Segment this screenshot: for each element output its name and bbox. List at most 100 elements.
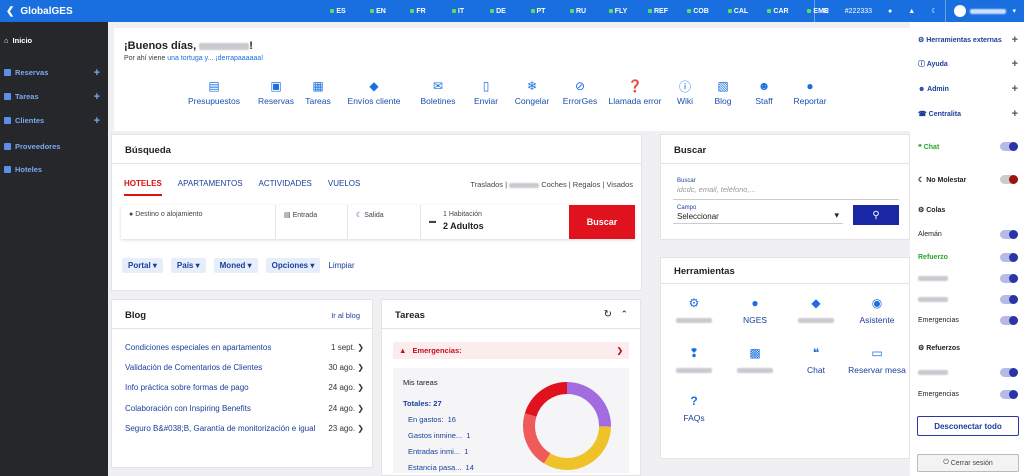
campo-select[interactable]: Campo Seleccionar ▾	[673, 204, 843, 224]
tool-faqs[interactable]: ? FAQs	[663, 394, 725, 423]
refuerzo-queue-toggle[interactable]	[1000, 368, 1018, 377]
refuerzo-toggle[interactable]	[1000, 253, 1018, 262]
ticket-number[interactable]: #222333	[837, 0, 880, 22]
entrada-field[interactable]: ▤ Entrada	[276, 205, 348, 239]
tab-actividades[interactable]: ACTIVIDADES	[259, 179, 312, 196]
queue-toggle[interactable]	[1000, 295, 1018, 304]
tool-3[interactable]: ◆	[785, 296, 847, 325]
herramientas-externas[interactable]: ⚙ Herramientas externas +	[918, 34, 1018, 46]
diamond-arrow-icon: ◆	[811, 296, 821, 310]
globe-icon[interactable]: ●	[880, 0, 900, 22]
tool-1[interactable]: ⚙	[663, 296, 725, 325]
quick-link-envios-cliente[interactable]: ◆ Envíos cliente	[338, 79, 410, 106]
blog-row[interactable]: Condiciones especiales en apartamentos 1 …	[125, 343, 364, 352]
tool-5[interactable]: ❢	[663, 346, 725, 375]
chevron-up-icon[interactable]: ⌃	[620, 309, 628, 320]
sidebar-item-proveedores[interactable]: Proveedores	[4, 142, 100, 151]
lang-car[interactable]: CAR	[758, 0, 798, 22]
lang-de[interactable]: DE	[478, 0, 518, 22]
plus-icon[interactable]: +	[94, 115, 100, 127]
sidebar-item-hoteles[interactable]: Hoteles	[4, 165, 100, 174]
plus-icon[interactable]: +	[94, 91, 100, 103]
quick-link-blog[interactable]: ▧ Blog	[702, 79, 744, 106]
busqueda-extra-links[interactable]: Traslados | Coches | Regalos | Visados	[470, 180, 633, 189]
logout-button[interactable]: ⏻ Cerrar sesión	[917, 454, 1019, 472]
buscar-search-button[interactable]: ⚲	[853, 205, 899, 225]
brand[interactable]: ❮ GlobalGES	[0, 6, 108, 17]
clear-filters-link[interactable]: Limpiar	[328, 261, 354, 270]
lang-pt[interactable]: PT	[518, 0, 558, 22]
tab-apartamentos[interactable]: APARTAMENTOS	[178, 179, 243, 196]
sidebar-item-tareas[interactable]: Tareas +	[4, 91, 100, 103]
task-row[interactable]: En gastos: 16	[408, 415, 456, 424]
filter-moned[interactable]: Moned ▾	[213, 258, 258, 273]
quick-link-boletines[interactable]: ✉ Boletines	[410, 79, 466, 106]
task-row[interactable]: Entradas inmi... 1	[408, 447, 468, 456]
quick-link-tareas[interactable]: ▦ Tareas	[298, 79, 338, 106]
sidebar-item-clientes[interactable]: Clientes +	[4, 115, 100, 127]
lang-en[interactable]: EN	[358, 0, 398, 22]
lang-ref[interactable]: REF	[638, 0, 678, 22]
filter-portal[interactable]: Portal ▾	[122, 258, 163, 273]
bookmark-icon[interactable]: ▲	[900, 0, 923, 22]
blog-row[interactable]: Validación de Comentarios de Clientes 30 …	[125, 363, 364, 372]
tool-nges[interactable]: ● NGES	[724, 296, 786, 325]
lang-es[interactable]: ES	[318, 0, 358, 22]
ayuda[interactable]: ⓘ Ayuda +	[918, 58, 1018, 70]
filter-pais[interactable]: País ▾	[170, 258, 206, 273]
disconnect-all-button[interactable]: Desconectar todo	[917, 416, 1019, 436]
queue-toggle[interactable]	[1000, 274, 1018, 283]
lang-ru[interactable]: RU	[558, 0, 598, 22]
quick-link-reportar[interactable]: ● Reportar	[784, 79, 836, 106]
refuerzo-emergencias-toggle[interactable]	[1000, 390, 1018, 399]
quick-link-errorges[interactable]: ⊘ ErrorGes	[558, 79, 602, 106]
blog-row[interactable]: Seguro B&#038;B, Garantía de monitorizac…	[125, 424, 364, 433]
tab-vuelos[interactable]: VUELOS	[328, 179, 360, 196]
tool-6[interactable]: ▩	[724, 346, 786, 375]
chevron-left-icon[interactable]: ❮	[6, 6, 14, 17]
tab-hoteles[interactable]: HOTELES	[124, 179, 162, 196]
quick-link-enviar[interactable]: ▯ Enviar	[466, 79, 506, 106]
centralita[interactable]: ☎ Centralita +	[918, 108, 1018, 120]
lang-it[interactable]: IT	[438, 0, 478, 22]
greeting-link[interactable]: una tortuga y... ¡derrapaaaaaa!	[167, 55, 263, 62]
task-row[interactable]: Estancia pasa... 14	[408, 463, 474, 472]
task-row[interactable]: Gastos inmine... 1	[408, 431, 471, 440]
destino-field[interactable]: ● Destino o alojamiento	[121, 205, 276, 239]
plus-icon[interactable]: +	[94, 67, 100, 79]
admin[interactable]: ☻ Admin +	[918, 83, 1018, 95]
quick-link-congelar[interactable]: ❄ Congelar	[506, 79, 558, 106]
quick-link-llamada-error[interactable]: ❓ Llamada error	[602, 79, 668, 106]
lang-fr[interactable]: FR	[398, 0, 438, 22]
salida-field[interactable]: ☾ Salida	[348, 205, 421, 239]
search-button[interactable]: Buscar	[569, 205, 635, 239]
tool-asistente[interactable]: ◉ Asistente	[846, 296, 908, 325]
filter-opciones[interactable]: Opciones ▾	[265, 258, 321, 273]
buscar-input-box[interactable]: Buscar idcdc, email, teléfono,...	[673, 175, 899, 200]
go-to-blog-link[interactable]: Ir al blog	[331, 311, 360, 320]
aleman-toggle[interactable]	[1000, 230, 1018, 239]
blog-row[interactable]: Info práctica sobre formas de pago 24 ago…	[125, 383, 364, 392]
sidebar-item-reservas[interactable]: Reservas +	[4, 67, 100, 79]
lang-cal[interactable]: CAL	[718, 0, 758, 22]
quick-link-wiki[interactable]: ⓘ Wiki	[668, 80, 702, 107]
refresh-icon[interactable]: ↻	[604, 309, 612, 320]
user-menu[interactable]: ▾	[946, 0, 1024, 22]
rooms-field[interactable]: ▬ 1 Habitación 2 Adultos	[421, 205, 569, 239]
moon-icon[interactable]: ☾	[923, 0, 945, 22]
tool-reservar-mesa[interactable]: ▭ Reservar mesa	[846, 346, 908, 375]
sidebar-item-inicio[interactable]: ⌂ Inicio	[4, 36, 100, 45]
buscar-input[interactable]: idcdc, email, teléfono,...	[673, 184, 899, 195]
lang-fly[interactable]: FLY	[598, 0, 638, 22]
chat-icon[interactable]: ✉	[815, 0, 837, 22]
blog-row[interactable]: Colaboración con Inspiring Benefits 24 ag…	[125, 404, 364, 413]
emergencias-alert[interactable]: ▲ Emergencias: ❯	[393, 342, 629, 359]
chat-toggle[interactable]	[1000, 142, 1018, 151]
no-molestar-toggle[interactable]	[1000, 175, 1018, 184]
quick-link-reservas[interactable]: ▣ Reservas	[254, 79, 298, 106]
quick-link-presupuestos[interactable]: ▤ Presupuestos	[174, 79, 254, 106]
tool-chat[interactable]: ❝ Chat	[785, 346, 847, 375]
lang-cob[interactable]: COB	[678, 0, 718, 22]
quick-link-staff[interactable]: ☻ Staff	[744, 79, 784, 106]
emergencias-toggle[interactable]	[1000, 316, 1018, 325]
